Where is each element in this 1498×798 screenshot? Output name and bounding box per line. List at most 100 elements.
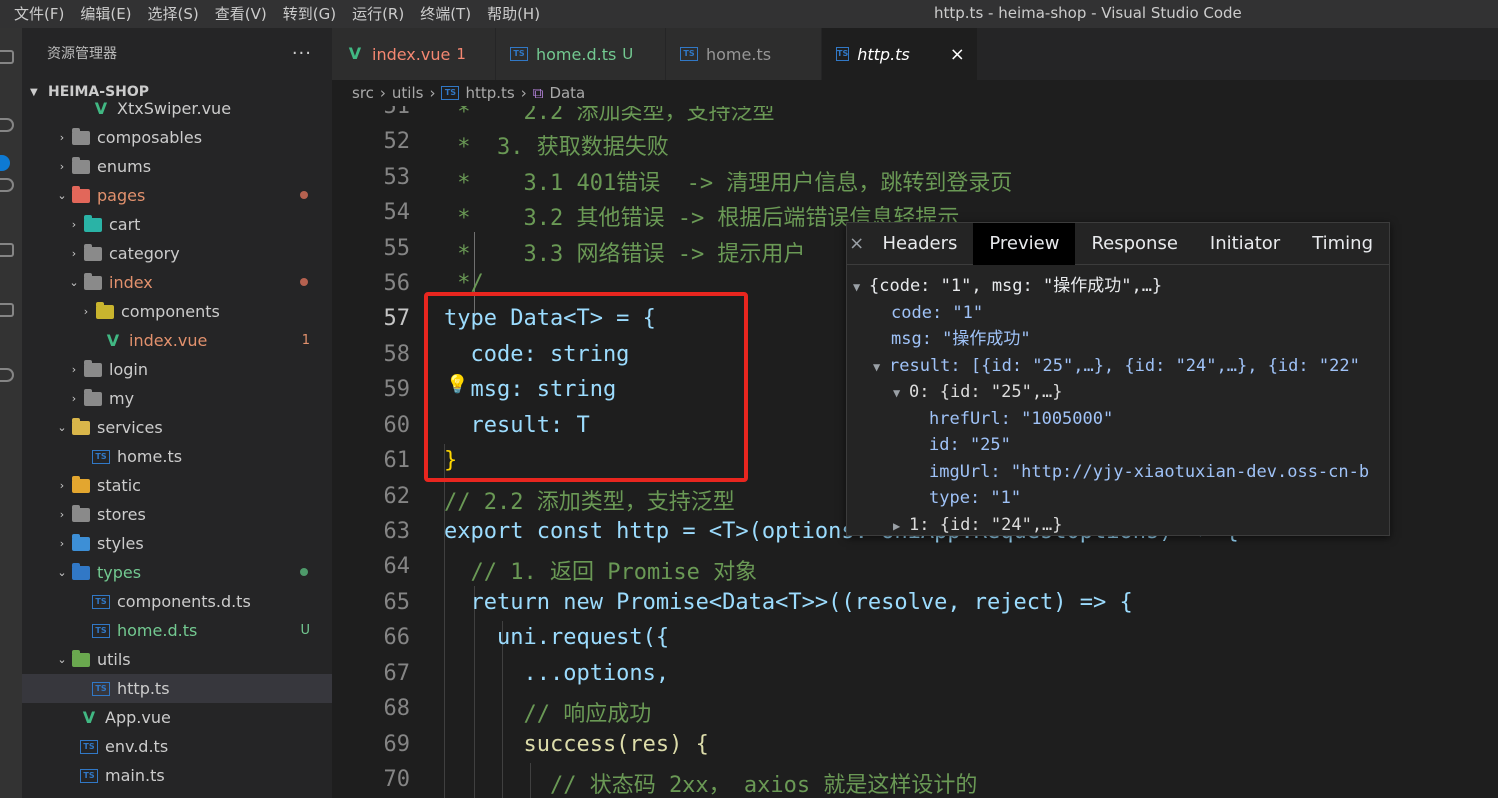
menu-go[interactable]: 转到(G) bbox=[275, 0, 344, 28]
breadcrumb-utils[interactable]: utils bbox=[392, 84, 424, 102]
tree-item-label: login bbox=[109, 360, 148, 379]
tree-item-services[interactable]: ⌄ services bbox=[22, 413, 332, 442]
untracked-badge: U bbox=[300, 623, 310, 638]
testing-icon[interactable] bbox=[0, 368, 14, 382]
tree-item-env-dts[interactable]: TS env.d.ts bbox=[22, 732, 332, 761]
tree-item-utils[interactable]: ⌄ utils bbox=[22, 645, 332, 674]
tree-item-label: category bbox=[109, 244, 180, 263]
folder-icon bbox=[84, 359, 102, 377]
editor-tabs: V index.vue 1 TS home.d.ts U TS home.ts … bbox=[332, 28, 1498, 80]
menu-file[interactable]: 文件(F) bbox=[6, 0, 72, 28]
tab-home-dts[interactable]: TS home.d.ts U bbox=[496, 28, 666, 80]
tree-item-label: index bbox=[109, 273, 153, 292]
tab-timing[interactable]: Timing bbox=[1296, 223, 1389, 265]
tree-item-index-vue[interactable]: V index.vue 1 bbox=[22, 326, 332, 355]
tab-preview[interactable]: Preview bbox=[973, 223, 1076, 265]
json-row: type: "1" bbox=[847, 485, 1389, 512]
tree-item-stores[interactable]: › stores bbox=[22, 500, 332, 529]
types-folder-icon bbox=[72, 562, 90, 580]
json-row[interactable]: ▼ {code: "1", msg: "操作成功",…} bbox=[847, 273, 1389, 300]
close-icon[interactable]: × bbox=[950, 44, 965, 65]
extensions-icon[interactable] bbox=[0, 243, 14, 257]
tab-http-ts[interactable]: TS http.ts × bbox=[822, 28, 978, 80]
tree-item-category[interactable]: › category bbox=[22, 239, 332, 268]
tree-item-http-ts[interactable]: TS http.ts bbox=[22, 674, 332, 703]
tree-item-label: types bbox=[97, 563, 142, 582]
tab-index-vue[interactable]: V index.vue 1 bbox=[332, 28, 496, 80]
json-row[interactable]: ▼ 0: {id: "25",…} bbox=[847, 379, 1389, 406]
more-actions-icon[interactable]: ··· bbox=[292, 43, 312, 64]
source-control-badge[interactable] bbox=[0, 155, 10, 171]
tree-item-xtxswiper[interactable]: V XtxSwiper.vue bbox=[22, 94, 332, 123]
chevron-right-icon: › bbox=[59, 508, 65, 521]
ts-file-icon: TS bbox=[92, 623, 110, 638]
tree-item-composables[interactable]: › composables bbox=[22, 123, 332, 152]
modified-dot bbox=[300, 278, 308, 286]
chevron-down-icon: ⌄ bbox=[57, 653, 67, 666]
line-number: 51 bbox=[383, 106, 411, 119]
menu-edit[interactable]: 编辑(E) bbox=[72, 0, 139, 28]
cart-folder-icon bbox=[84, 214, 102, 232]
breadcrumb-file[interactable]: http.ts bbox=[465, 84, 514, 102]
tree-item-styles[interactable]: › styles bbox=[22, 529, 332, 558]
vue-file-icon: V bbox=[106, 330, 120, 350]
tree-item-label: index.vue bbox=[129, 331, 208, 350]
tab-response[interactable]: Response bbox=[1075, 223, 1193, 265]
run-debug-icon[interactable] bbox=[0, 178, 14, 192]
menu-terminal[interactable]: 终端(T) bbox=[412, 0, 479, 28]
tree-item-main-ts[interactable]: TS main.ts bbox=[22, 761, 332, 790]
breadcrumb-symbol[interactable]: Data bbox=[549, 84, 585, 102]
tree-item-index[interactable]: ⌄ index bbox=[22, 268, 332, 297]
tree-item-app-vue[interactable]: V App.vue bbox=[22, 703, 332, 732]
tree-item-label: App.vue bbox=[105, 708, 171, 727]
styles-folder-icon bbox=[72, 533, 90, 551]
tree-item-cart[interactable]: › cart bbox=[22, 210, 332, 239]
menu-view[interactable]: 查看(V) bbox=[207, 0, 275, 28]
tree-item-static[interactable]: › static bbox=[22, 471, 332, 500]
json-row[interactable]: ▼ result: [{id: "25",…}, {id: "24",…}, {i… bbox=[847, 353, 1389, 380]
ts-file-icon: TS bbox=[836, 47, 850, 61]
modified-dot bbox=[300, 191, 308, 199]
tree-item-enums[interactable]: › enums bbox=[22, 152, 332, 181]
line-number: 64 bbox=[383, 554, 411, 579]
tree-item-pages[interactable]: ⌄ pages bbox=[22, 181, 332, 210]
tree-item-types[interactable]: ⌄ types bbox=[22, 558, 332, 587]
menu-selection[interactable]: 选择(S) bbox=[140, 0, 207, 28]
tree-item-components[interactable]: › components bbox=[22, 297, 332, 326]
tree-item-components-dts[interactable]: TS components.d.ts bbox=[22, 587, 332, 616]
folder-icon bbox=[72, 127, 90, 145]
breadcrumb-src[interactable]: src bbox=[352, 84, 374, 102]
tree-item-home-ts[interactable]: TS home.ts bbox=[22, 442, 332, 471]
json-row-text: code: "1" bbox=[891, 302, 984, 323]
triangle-right-icon: ▶ bbox=[893, 518, 901, 533]
json-row[interactable]: ▶ 1: {id: "24",…} bbox=[847, 512, 1389, 536]
line-number: 65 bbox=[383, 590, 411, 615]
tab-headers[interactable]: Headers bbox=[866, 223, 973, 265]
ts-file-icon: TS bbox=[92, 449, 110, 464]
tab-home-ts[interactable]: TS home.ts bbox=[666, 28, 822, 80]
json-row-text: msg: "操作成功" bbox=[891, 329, 1031, 349]
line-number: 61 bbox=[383, 448, 411, 473]
json-row-text: 0: {id: "25",…} bbox=[909, 382, 1063, 402]
line-number: 53 bbox=[383, 165, 411, 190]
vue-file-icon: V bbox=[348, 44, 362, 63]
ts-file-icon: TS bbox=[680, 47, 698, 61]
menu-run[interactable]: 运行(R) bbox=[344, 0, 412, 28]
tab-initiator[interactable]: Initiator bbox=[1194, 223, 1296, 265]
code-line: * 3.3 网络错误 -> 提示用户 bbox=[444, 242, 806, 267]
search-icon[interactable] bbox=[0, 118, 14, 132]
problem-count-badge: 1 bbox=[456, 45, 466, 63]
menu-help[interactable]: 帮助(H) bbox=[479, 0, 548, 28]
pages-folder-icon bbox=[72, 185, 90, 203]
close-icon[interactable]: × bbox=[847, 233, 866, 254]
remote-icon[interactable] bbox=[0, 303, 14, 317]
tree-item-my[interactable]: › my bbox=[22, 384, 332, 413]
ts-file-icon: TS bbox=[80, 768, 98, 783]
ts-file-icon: TS bbox=[510, 47, 528, 61]
tree-item-home-dts[interactable]: TS home.d.ts U bbox=[22, 616, 332, 645]
tree-item-login[interactable]: › login bbox=[22, 355, 332, 384]
explorer-icon[interactable] bbox=[0, 50, 14, 64]
tree-item-label: home.d.ts bbox=[117, 621, 198, 640]
line-number: 60 bbox=[383, 413, 411, 438]
tree-item-label: XtxSwiper.vue bbox=[117, 99, 232, 118]
